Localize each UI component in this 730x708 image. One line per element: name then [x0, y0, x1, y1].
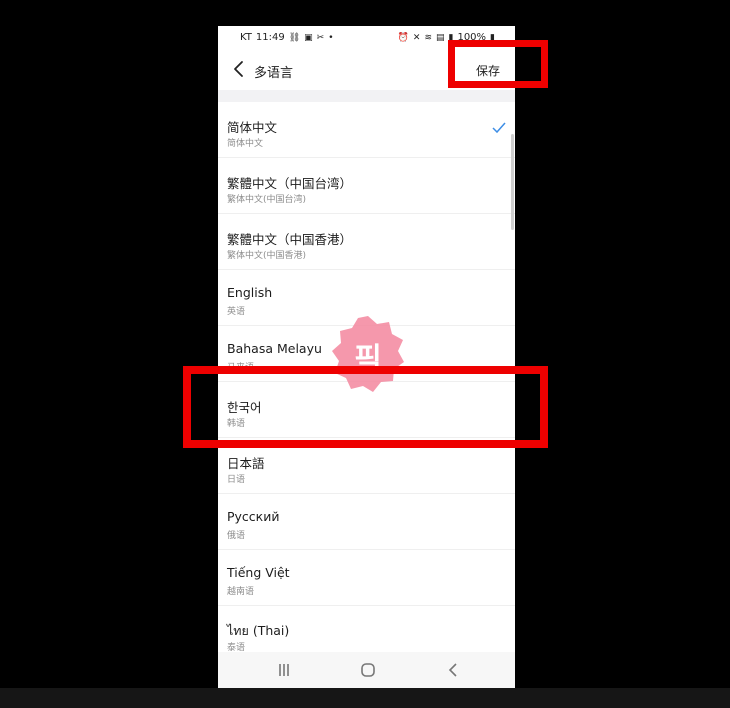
tools-icon: ✂ — [316, 32, 325, 43]
checkmark-icon — [492, 122, 506, 134]
language-subtitle: 繁体中文(中国台湾) — [227, 195, 307, 205]
language-item-vietnamese[interactable]: Tiếng Việt 越南语 — [218, 550, 515, 606]
language-name: ไทย (Thai) — [227, 623, 290, 638]
language-name: 日本語 — [227, 456, 265, 471]
notification-icon: ▣ — [304, 32, 313, 43]
chevron-left-icon[interactable] — [230, 58, 250, 80]
language-name: English — [227, 285, 273, 300]
lte-icon: ▤ — [435, 32, 445, 43]
section-divider — [218, 90, 515, 102]
language-name: Русский — [227, 509, 280, 524]
page-title: 多语言 — [254, 66, 294, 81]
clock: 11:49 — [255, 32, 285, 43]
highlight-korean-box — [183, 366, 548, 448]
wifi-icon: ≋ — [424, 32, 432, 43]
language-subtitle: 越南语 — [227, 587, 255, 597]
language-subtitle: 繁体中文(中国香港) — [227, 251, 307, 261]
system-nav-bar — [218, 652, 515, 688]
dot-icon: • — [328, 32, 334, 43]
language-item-russian[interactable]: Русский 俄语 — [218, 494, 515, 550]
language-name: 简体中文 — [227, 120, 278, 135]
language-name: Bahasa Melayu — [227, 341, 322, 356]
recent-apps-icon[interactable] — [273, 660, 295, 680]
language-item-zh-hk[interactable]: 繁體中文（中国香港） 繁体中文(中国香港) — [218, 214, 515, 270]
language-name: 繁體中文（中国香港） — [227, 232, 353, 247]
home-icon[interactable] — [357, 660, 379, 680]
link-icon: ⛓ — [288, 32, 301, 43]
back-icon[interactable] — [442, 660, 464, 680]
language-subtitle: 俄语 — [227, 531, 246, 541]
language-item-zh-tw[interactable]: 繁體中文（中国台湾） 繁体中文(中国台湾) — [218, 158, 515, 214]
mute-icon: ✕ — [412, 32, 421, 43]
language-name: 繁體中文（中国台湾） — [227, 176, 353, 191]
scrollbar-thumb[interactable] — [511, 134, 514, 230]
language-subtitle: 英语 — [227, 307, 246, 317]
language-name: Tiếng Việt — [227, 565, 290, 580]
alarm-icon: ⏰ — [397, 32, 409, 43]
language-item-zh-hans[interactable]: 简体中文 简体中文 — [218, 102, 515, 158]
language-subtitle: 日语 — [227, 475, 246, 485]
highlight-save-box — [448, 40, 548, 88]
carrier-label: KT — [240, 32, 252, 43]
language-subtitle: 简体中文 — [227, 139, 264, 149]
video-bottom-strip — [0, 688, 730, 708]
